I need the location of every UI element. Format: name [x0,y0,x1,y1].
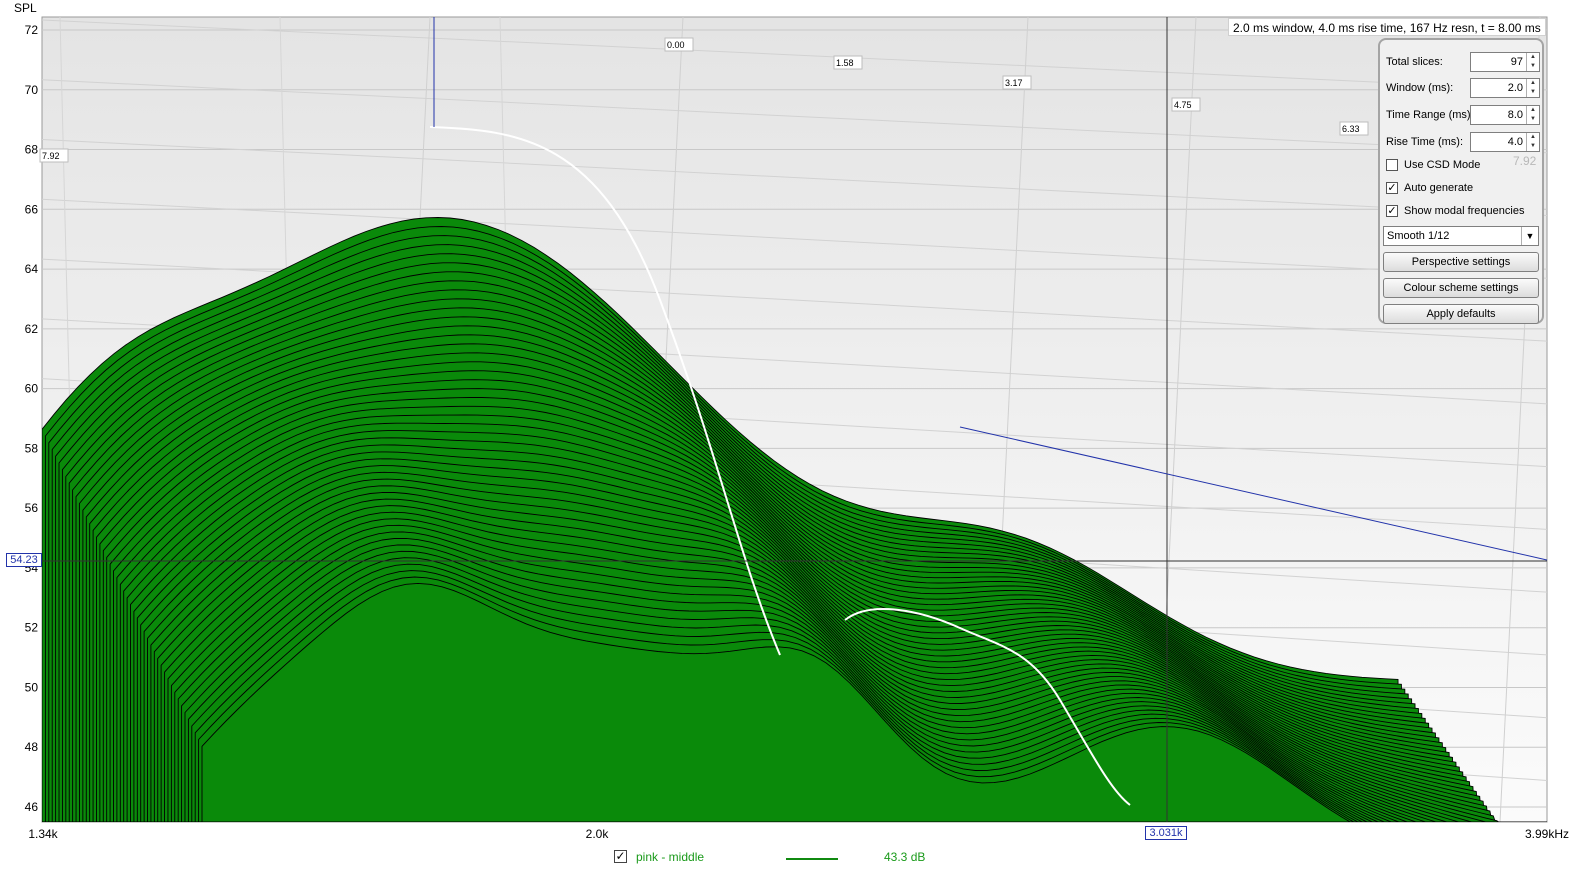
x-tick-label: 2.0k [586,827,610,841]
total-slices-row: Total slices: 97 ▲ ▼ [1386,52,1540,72]
show-modal-label: Show modal frequencies [1404,205,1525,217]
rise-time-row: Rise Time (ms): 4.0 ▲ ▼ [1386,132,1540,152]
x-axis-ticks: 1.34k 2.0k 3.99kHz [28,827,1569,841]
y-axis-label: SPL [14,1,37,15]
auto-generate-label: Auto generate [1404,182,1474,194]
y-tick-label: 46 [25,800,39,814]
time-label: 3.17 [1005,78,1023,88]
window-value: 2.0 [1507,82,1523,94]
cursor-x-readout: 3.031k [1145,826,1187,840]
time-label: 6.33 [1342,124,1360,134]
y-tick-label: 50 [25,680,39,694]
y-tick-label: 68 [25,143,39,157]
time-label: 4.75 [1174,100,1192,110]
window-row: Window (ms): 2.0 ▲ ▼ [1386,78,1540,98]
spin-down-icon[interactable]: ▼ [1527,142,1539,151]
cursor-y-readout: 54.23 [6,553,42,567]
y-tick-label: 62 [25,322,39,336]
window-spinner[interactable]: 2.0 ▲ ▼ [1470,78,1540,98]
window-label: Window (ms): [1386,82,1454,94]
y-axis-ticks: 7270686664626058565452504846 [25,23,39,814]
rise-time-spinner[interactable]: 4.0 ▲ ▼ [1470,132,1540,152]
total-slices-spinner[interactable]: 97 ▲ ▼ [1470,52,1540,72]
waterfall-chart[interactable]: 7270686664626058565452504846 1.34k 2.0k 3.… [0,0,1592,886]
legend-line-swatch [786,858,838,860]
y-tick-label: 70 [25,83,39,97]
rise-time-value: 4.0 [1507,136,1523,148]
time-range-value: 8.0 [1507,109,1523,121]
header-info: 2.0 ms window, 4.0 ms rise time, 167 Hz … [1228,18,1546,36]
time-label: 0.00 [667,40,685,50]
x-tick-label: 1.34k [28,827,58,841]
checkbox-icon[interactable]: ✓ [1386,205,1398,217]
spin-down-icon[interactable]: ▼ [1527,62,1539,71]
perspective-settings-button[interactable]: Perspective settings [1383,252,1539,272]
smoothing-value: Smooth 1/12 [1387,230,1450,242]
y-tick-label: 56 [25,501,39,515]
spin-up-icon[interactable]: ▲ [1527,133,1539,142]
spin-down-icon[interactable]: ▼ [1527,115,1539,124]
y-tick-label: 48 [25,740,39,754]
time-range-spinner[interactable]: 8.0 ▲ ▼ [1470,105,1540,125]
legend-series-value: 43.3 dB [884,850,926,864]
y-tick-label: 58 [25,441,39,455]
y-tick-label: 72 [25,23,39,37]
checkbox-icon[interactable] [1386,159,1398,171]
y-tick-label: 52 [25,621,39,635]
y-tick-label: 64 [25,262,39,276]
x-tick-label: 3.99kHz [1525,827,1569,841]
smoothing-select[interactable]: Smooth 1/12 ▼ [1383,226,1539,246]
spin-down-icon[interactable]: ▼ [1527,88,1539,97]
y-tick-label: 60 [25,382,39,396]
legend-checkbox[interactable]: ✓ [614,850,627,863]
colour-scheme-settings-button[interactable]: Colour scheme settings [1383,278,1539,298]
time-label: 1.58 [836,58,854,68]
ghost-time-value: 7.92 [1513,154,1537,168]
total-slices-label: Total slices: [1386,56,1443,68]
time-label: 7.92 [42,151,60,161]
time-range-row: Time Range (ms): 8.0 ▲ ▼ [1386,105,1540,125]
y-tick-label: 66 [25,202,39,216]
total-slices-value: 97 [1510,56,1523,68]
spin-up-icon[interactable]: ▲ [1527,79,1539,88]
checkbox-icon[interactable]: ✓ [1386,182,1398,194]
settings-panel: Total slices: 97 ▲ ▼ Window (ms): 2.0 ▲ ▼ … [1378,38,1544,324]
spin-up-icon[interactable]: ▲ [1527,106,1539,115]
chevron-down-icon[interactable]: ▼ [1521,227,1538,245]
spin-up-icon[interactable]: ▲ [1527,53,1539,62]
time-range-label: Time Range (ms): [1386,109,1474,121]
use-csd-label: Use CSD Mode [1404,159,1481,171]
apply-defaults-button[interactable]: Apply defaults [1383,304,1539,324]
rise-time-label: Rise Time (ms): [1386,136,1463,148]
legend-series-name: pink - middle [636,850,705,864]
